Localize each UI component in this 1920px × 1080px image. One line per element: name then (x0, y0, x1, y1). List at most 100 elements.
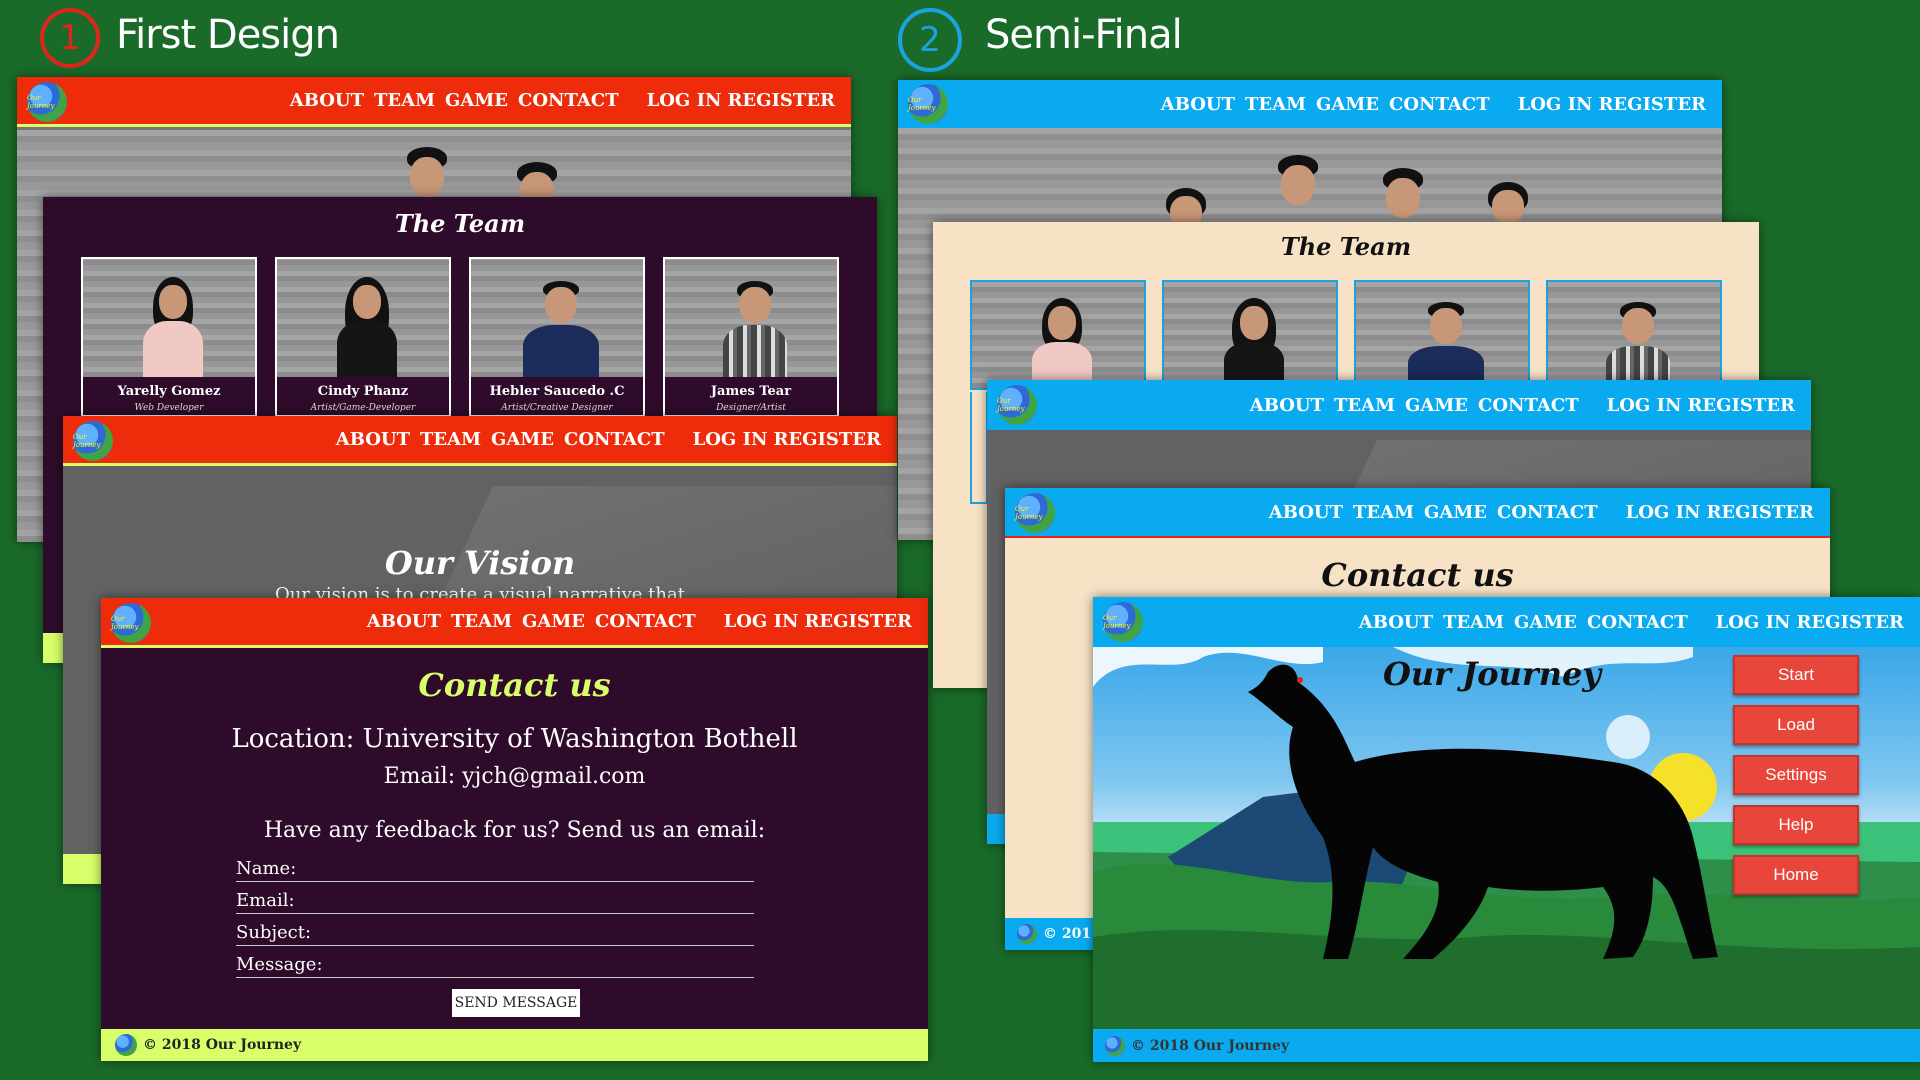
message-field[interactable]: Message: (236, 954, 754, 978)
send-message-button[interactable]: SEND MESSAGE (452, 989, 580, 1017)
section2-number-badge: 2 (898, 8, 962, 72)
nav-register[interactable]: REGISTER (1796, 612, 1904, 633)
nav-register[interactable]: REGISTER (804, 611, 912, 632)
nav-about[interactable]: ABOUT (1161, 94, 1235, 115)
nav-team[interactable]: TEAM (451, 611, 512, 632)
team-card: James Tear Designer/Artist (663, 257, 839, 417)
nav-team[interactable]: TEAM (374, 90, 435, 111)
nav-login[interactable]: LOG IN (1607, 395, 1682, 416)
nav-game[interactable]: GAME (1424, 502, 1487, 523)
footer-logo-icon (1105, 1035, 1125, 1056)
team-card (1546, 280, 1722, 390)
member-name: Yarelly Gomez (117, 384, 221, 399)
member-role: Artist/Creative Designer (501, 403, 613, 413)
footer-copyright: © 2018 Our Journey (1131, 1037, 1290, 1054)
nav-team[interactable]: TEAM (1245, 94, 1306, 115)
nav-login[interactable]: LOG IN (1518, 94, 1593, 115)
member-name: Hebler Saucedo .C (489, 384, 625, 399)
subject-field[interactable]: Subject: (236, 922, 754, 946)
nav-login[interactable]: LOG IN (693, 429, 768, 450)
nav-register[interactable]: REGISTER (727, 90, 835, 111)
photo-person (1263, 155, 1333, 215)
nav-game[interactable]: GAME (445, 90, 508, 111)
contact-form: Name: Email: Subject: Message: (236, 858, 754, 978)
nav-login[interactable]: LOG IN (1626, 502, 1701, 523)
home-button[interactable]: Home (1733, 855, 1859, 895)
nav-team[interactable]: TEAM (1353, 502, 1414, 523)
nav-about[interactable]: ABOUT (290, 90, 364, 111)
nav-register[interactable]: REGISTER (1687, 395, 1795, 416)
semifinal-game-screen: Our Journey ABOUT TEAM GAME CONTACT LOG … (1093, 597, 1920, 1062)
logo-icon[interactable]: Our Journey (73, 421, 113, 461)
member-name: James Tear (710, 384, 792, 399)
team-card (1162, 280, 1338, 390)
member-name: Cindy Phanz (317, 384, 409, 399)
footer-logo-icon (115, 1034, 137, 1056)
game-canvas[interactable]: Our Journey Start Load Settings Help Hom… (1093, 647, 1920, 1029)
footer: © 2018 Our Journey (101, 1029, 928, 1061)
nav-about[interactable]: ABOUT (367, 611, 441, 632)
nav-team[interactable]: TEAM (1334, 395, 1395, 416)
nav-game[interactable]: GAME (1514, 612, 1577, 633)
nav-register[interactable]: REGISTER (773, 429, 881, 450)
logo-icon[interactable]: Our Journey (908, 84, 948, 124)
feedback-prompt: Have any feedback for us? Send us an ema… (263, 818, 766, 843)
member-role: Web Developer (134, 403, 204, 413)
team-card (1354, 280, 1530, 390)
help-button[interactable]: Help (1733, 805, 1859, 845)
nav-team[interactable]: TEAM (1443, 612, 1504, 633)
nav-login[interactable]: LOG IN (1716, 612, 1791, 633)
nav-about[interactable]: ABOUT (1269, 502, 1343, 523)
nav-contact[interactable]: CONTACT (595, 611, 696, 632)
navbar: Our Journey ABOUT TEAM GAME CONTACT LOG … (101, 598, 928, 648)
section1-number-badge: 1 (40, 8, 100, 68)
nav-contact[interactable]: CONTACT (1587, 612, 1688, 633)
team-card (970, 280, 1146, 390)
nav-game[interactable]: GAME (1316, 94, 1379, 115)
nav-game[interactable]: GAME (1405, 395, 1468, 416)
vision-title: Our Vision (384, 544, 576, 582)
logo-icon[interactable]: Our Journey (1103, 602, 1143, 642)
logo-icon[interactable]: Our Journey (997, 385, 1037, 425)
nav-contact[interactable]: CONTACT (1497, 502, 1598, 523)
nav-login[interactable]: LOG IN (647, 90, 722, 111)
navbar: Our Journey ABOUT TEAM GAME CONTACT LOG … (17, 77, 851, 127)
navbar: Our Journey ABOUT TEAM GAME CONTACT LOG … (1093, 597, 1920, 647)
navbar: Our Journey ABOUT TEAM GAME CONTACT LOG … (1005, 488, 1830, 538)
logo-icon[interactable]: Our Journey (111, 603, 151, 643)
photo-person (1368, 168, 1438, 218)
footer: © 2018 Our Journey (1093, 1029, 1920, 1062)
nav-register[interactable]: REGISTER (1598, 94, 1706, 115)
nav-about[interactable]: ABOUT (336, 429, 410, 450)
member-role: Artist/Game-Developer (310, 403, 416, 413)
logo-icon[interactable]: Our Journey (1015, 493, 1055, 533)
nav-game[interactable]: GAME (522, 611, 585, 632)
nav-team[interactable]: TEAM (420, 429, 481, 450)
footer-copyright: © 201 (1043, 926, 1092, 942)
contact-location: Location: University of Washington Bothe… (231, 724, 798, 754)
nav-contact[interactable]: CONTACT (1478, 395, 1579, 416)
nav-login[interactable]: LOG IN (724, 611, 799, 632)
nav-register[interactable]: REGISTER (1706, 502, 1814, 523)
footer-logo-icon (1017, 924, 1037, 944)
contact-title: Contact us (418, 666, 611, 704)
logo-icon[interactable]: Our Journey (27, 82, 67, 122)
game-title: Our Journey (1383, 655, 1601, 693)
nav-about[interactable]: ABOUT (1359, 612, 1433, 633)
name-field[interactable]: Name: (236, 858, 754, 882)
footer-strip (63, 854, 103, 884)
nav-contact[interactable]: CONTACT (564, 429, 665, 450)
load-button[interactable]: Load (1733, 705, 1859, 745)
contact-email: Email: yjch@gmail.com (383, 764, 646, 789)
nav-game[interactable]: GAME (491, 429, 554, 450)
nav-contact[interactable]: CONTACT (1389, 94, 1490, 115)
settings-button[interactable]: Settings (1733, 755, 1859, 795)
team-card: Hebler Saucedo .C Artist/Creative Design… (469, 257, 645, 417)
footer-copyright: © 2018 Our Journey (143, 1037, 302, 1053)
email-field[interactable]: Email: (236, 890, 754, 914)
nav-contact[interactable]: CONTACT (518, 90, 619, 111)
nav-about[interactable]: ABOUT (1250, 395, 1324, 416)
team-text-box (970, 392, 988, 504)
team-card: Cindy Phanz Artist/Game-Developer (275, 257, 451, 417)
start-button[interactable]: Start (1733, 655, 1859, 695)
